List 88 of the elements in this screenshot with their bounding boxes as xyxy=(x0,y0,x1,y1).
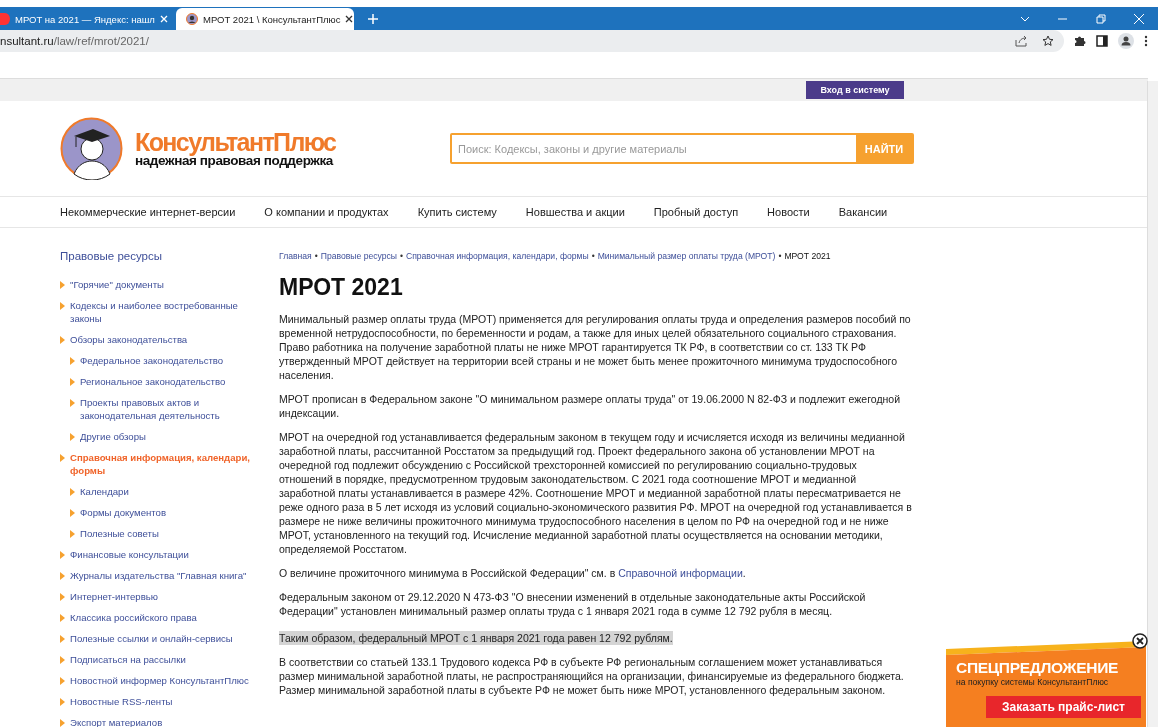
login-button[interactable]: Вход в систему xyxy=(806,81,904,99)
sidebar-link[interactable]: Журналы издательства "Главная книга" xyxy=(70,569,262,582)
promo-title: СПЕЦПРЕДЛОЖЕНИЕ xyxy=(956,659,1119,676)
tab-title: МРОТ на 2021 — Яндекс: нашл xyxy=(15,13,155,25)
menu-icon[interactable] xyxy=(1144,35,1148,47)
sidebar-link[interactable]: Интернет-интервью xyxy=(70,590,262,603)
triangle-icon xyxy=(60,635,65,643)
breadcrumb-separator: • xyxy=(591,251,595,261)
nav-link[interactable]: Новости xyxy=(767,206,810,218)
puzzle-icon[interactable] xyxy=(1074,35,1086,47)
address-field[interactable]: nsultant.ru/law/ref/mrot/2021/ xyxy=(0,30,1064,52)
sidebar-link[interactable]: Полезные советы xyxy=(80,527,260,540)
paragraph: В соответствии со статьей 133.1 Трудового кодекса РФ в субъекте РФ региональным соглашением может устанавливаться размер минимальной заработной платы, не распространяющийся на организации, финансируемые из федерального бюджета. Размер минимальной заработной платы в субъекте РФ не может быть ниже МРОТ, установленного федеральным законом. xyxy=(279,655,905,697)
triangle-icon xyxy=(70,433,75,441)
sidebar-link[interactable]: Формы документов xyxy=(80,506,260,519)
sidebar-link[interactable]: Финансовые консультации xyxy=(70,548,262,561)
breadcrumb-separator: • xyxy=(778,251,782,261)
sidebar-link[interactable]: "Горячие" документы xyxy=(70,278,262,291)
price-list-button[interactable]: Заказать прайс-лист xyxy=(986,696,1141,718)
triangle-icon xyxy=(60,551,65,559)
paragraph: МРОТ прописан в Федеральном законе "О минимальном размере оплаты труда" от 19.06.2000 N 82-ФЗ и подлежит ежегодной индексации. xyxy=(279,392,901,420)
triangle-icon xyxy=(70,509,75,517)
share-icon[interactable] xyxy=(1015,35,1028,47)
nav-link[interactable]: Новшества и акции xyxy=(525,206,625,218)
triangle-icon xyxy=(70,378,75,386)
profile-icon[interactable] xyxy=(1118,33,1134,49)
breadcrumb-link[interactable]: Минимальный размер оплаты труда (МРОТ) xyxy=(597,251,776,261)
sidebar-link[interactable]: Региональное законодательство xyxy=(80,375,260,388)
triangle-icon xyxy=(60,656,65,664)
favicon-icon xyxy=(0,13,10,25)
sidebar-link[interactable]: Новостной информер КонсультантПлюс xyxy=(70,674,262,687)
close-icon[interactable] xyxy=(1132,633,1148,649)
paragraph: Минимальный размер оплаты труда (МРОТ) применяется для регулирования оплаты труда и определения размеров пособий по временной нетрудоспособности, по беременности и родам, а также для иных целей обязательного социального страхования. Право работника на получение заработной платы не ниже МРОТ гарантируется ТК РФ, в соответствии со ст. 133 ТК РФ утвержденный МРОТ действует на территории всей страны и не может быть менее прожиточного минимума трудоспособного населения. xyxy=(279,312,912,382)
breadcrumb-link[interactable]: Главная xyxy=(279,251,312,261)
nav-link[interactable]: Некоммерческие интернет-версии xyxy=(60,206,236,218)
triangle-icon xyxy=(60,698,65,706)
current-page-label: МРОТ 2021 xyxy=(784,251,831,261)
breadcrumb-separator: • xyxy=(314,251,318,261)
sidebar-link[interactable]: Классика российского права xyxy=(70,611,262,624)
plus-icon[interactable] xyxy=(368,14,378,24)
star-icon[interactable] xyxy=(1042,35,1054,47)
triangle-icon xyxy=(60,572,65,580)
sidebar-link[interactable]: Кодексы и наиболее востребованные законы xyxy=(70,299,262,325)
triangle-icon xyxy=(60,454,65,462)
triangle-icon xyxy=(70,399,75,407)
triangle-icon xyxy=(70,488,75,496)
nav-link[interactable]: Пробный доступ xyxy=(653,206,739,218)
favicon-icon xyxy=(186,13,198,25)
sidebar-title: Правовые ресурсы xyxy=(60,250,163,262)
triangle-icon xyxy=(70,357,75,365)
triangle-icon xyxy=(60,614,65,622)
triangle-icon xyxy=(60,281,65,289)
url-path: /law/ref/mrot/2021/ xyxy=(53,35,149,47)
side-panel-icon[interactable] xyxy=(1096,35,1108,47)
sidebar-link[interactable]: Полезные ссылки и онлайн-сервисы xyxy=(70,632,262,645)
sidebar-link[interactable]: Обзоры законодательства xyxy=(70,333,262,346)
triangle-icon xyxy=(60,302,65,310)
promo-subtitle: на покупку системы КонсультантПлюс xyxy=(956,677,1109,688)
browser-tab[interactable]: МРОТ на 2021 — Яндекс: нашл xyxy=(0,8,176,30)
text-link[interactable]: Справочной информации xyxy=(618,567,743,579)
sidebar-link[interactable]: Проекты правовых актов и законодательная деятельность xyxy=(80,396,260,422)
triangle-icon xyxy=(60,677,65,685)
browser-tab[interactable]: МРОТ 2021 \ КонсультантПлюс xyxy=(176,8,354,30)
triangle-icon xyxy=(70,530,75,538)
page-title: МРОТ 2021 xyxy=(279,273,404,301)
breadcrumb-separator: • xyxy=(399,251,403,261)
logo-emblem-icon[interactable] xyxy=(60,117,123,180)
tab-title: МРОТ 2021 \ КонсультантПлюс xyxy=(203,13,341,25)
nav-link[interactable]: Купить систему xyxy=(417,206,497,218)
breadcrumb-link[interactable]: Правовые ресурсы xyxy=(320,251,397,261)
sidebar-link[interactable]: Новостные RSS-ленты xyxy=(70,695,262,708)
close-icon[interactable] xyxy=(345,15,354,23)
url-host: nsultant.ru xyxy=(0,35,54,47)
paragraph: МРОТ на очередной год устанавливается федеральным законом в текущем году и исчисляется исходя из величины медианной заработной платы, рассчитанной Росстатом за предыдущий год. Проект федерального закона об установлении МРОТ на очередной год подлежит обсуждению с Российской трехсторонней комиссией по регулированию социально-трудовых отношений в порядке, предусмотренном трудовым законодательством. С 2021 года соотношение МРОТ и медианной заработной платы устанавливается в размере 42%. Соотношение МРОТ и медианной заработной платы пересматривается не реже одного раза в 5 лет исходя из условий социально-экономического развития РФ. МРОТ на очередной год устанавливается в размере не ниже величины прожиточного минимума трудоспособного населения в целом по РФ на очередной год и не ниже МРОТ, установленного на текущий год. Исчисление медианной заработной платы осуществляется на основании методики, определяемой Росстатом. xyxy=(279,430,912,556)
nav-link[interactable]: Вакансии xyxy=(838,206,888,218)
nav-link[interactable]: О компании и продуктах xyxy=(264,206,389,218)
sidebar-link[interactable]: Календари xyxy=(80,485,260,498)
triangle-icon xyxy=(60,593,65,601)
breadcrumb-link[interactable]: Справочная информация, календари, формы xyxy=(405,251,589,261)
paragraph: Федеральным законом от 29.12.2020 N 473-ФЗ "О внесении изменений в отдельные законодательные акты Российской Федерации" установлен минимальный размер оплаты труда с 1 января 2021 года в сумме 12 792 рубля в месяц. xyxy=(279,590,867,618)
sidebar-link[interactable]: Подписаться на рассылки xyxy=(70,653,262,666)
triangle-icon xyxy=(60,336,65,344)
scrollbar[interactable] xyxy=(1147,81,1158,727)
paragraph: Таким образом, федеральный МРОТ с 1 января 2021 года равен 12 792 рублям. xyxy=(279,631,673,645)
sidebar-link[interactable]: Другие обзоры xyxy=(80,430,260,443)
paragraph: О величине прожиточного минимума в Российской Федерации" см. в Справочной информации. xyxy=(279,566,747,580)
sidebar-link[interactable]: Федеральное законодательство xyxy=(80,354,260,367)
triangle-icon xyxy=(60,719,65,727)
